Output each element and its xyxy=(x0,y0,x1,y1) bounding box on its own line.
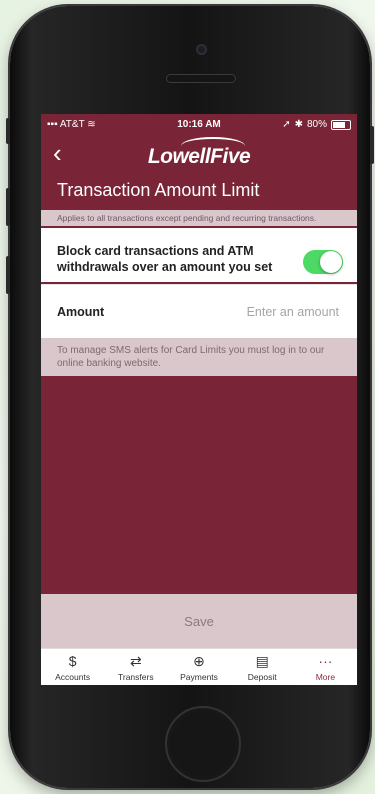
block-setting-row: Block card transactions and ATM withdraw… xyxy=(41,228,357,282)
amount-input[interactable] xyxy=(197,303,341,320)
tab-payments[interactable]: ⊕ Payments xyxy=(167,649,230,685)
tab-more[interactable]: ··· More xyxy=(294,649,357,685)
sms-note: To manage SMS alerts for Card Limits you… xyxy=(41,338,357,376)
status-bar: ▪▪▪ AT&T ≋ 10:16 AM ➚ ✱ 80% xyxy=(41,114,357,136)
battery-percent: 80% xyxy=(306,119,327,130)
check-deposit-icon: ▤ xyxy=(255,653,269,669)
applies-info-text: Applies to all transactions except pendi… xyxy=(41,210,357,226)
transfer-arrows-icon: ⇄ xyxy=(129,653,142,669)
save-button[interactable]: Save xyxy=(184,614,214,629)
mute-switch xyxy=(6,118,10,144)
payment-hand-icon: ⊕ xyxy=(193,653,205,669)
bank-logo: LowellFive xyxy=(147,145,251,168)
tab-accounts[interactable]: $ Accounts xyxy=(41,649,104,685)
power-button xyxy=(370,126,374,164)
bluetooth-icon: ✱ xyxy=(294,119,303,130)
block-toggle-switch[interactable] xyxy=(303,250,343,274)
tab-bar: $ Accounts ⇄ Transfers ⊕ Payments ▤ Depo… xyxy=(41,648,357,685)
block-setting-label: Block card transactions and ATM withdraw… xyxy=(57,244,273,274)
home-button[interactable] xyxy=(165,706,241,782)
volume-down-button xyxy=(6,256,10,294)
status-right: ➚ ✱ 80% xyxy=(282,119,351,130)
battery-icon xyxy=(331,119,351,130)
toggle-knob xyxy=(320,251,342,273)
page-title: Transaction Amount Limit xyxy=(57,180,260,200)
earpiece-speaker xyxy=(166,74,236,83)
amount-label: Amount xyxy=(57,304,105,319)
tab-deposit[interactable]: ▤ Deposit xyxy=(231,649,294,685)
dollar-icon: $ xyxy=(68,653,77,669)
save-bar: Save xyxy=(41,594,357,648)
amount-row: Amount xyxy=(41,284,357,338)
app-screen: ▪▪▪ AT&T ≋ 10:16 AM ➚ ✱ 80% ‹ LowellFive… xyxy=(41,114,357,685)
location-icon: ➚ xyxy=(282,119,291,130)
tab-transfers[interactable]: ⇄ Transfers xyxy=(104,649,167,685)
front-camera xyxy=(196,44,207,55)
more-dots-icon: ··· xyxy=(318,653,333,669)
volume-up-button xyxy=(6,188,10,226)
